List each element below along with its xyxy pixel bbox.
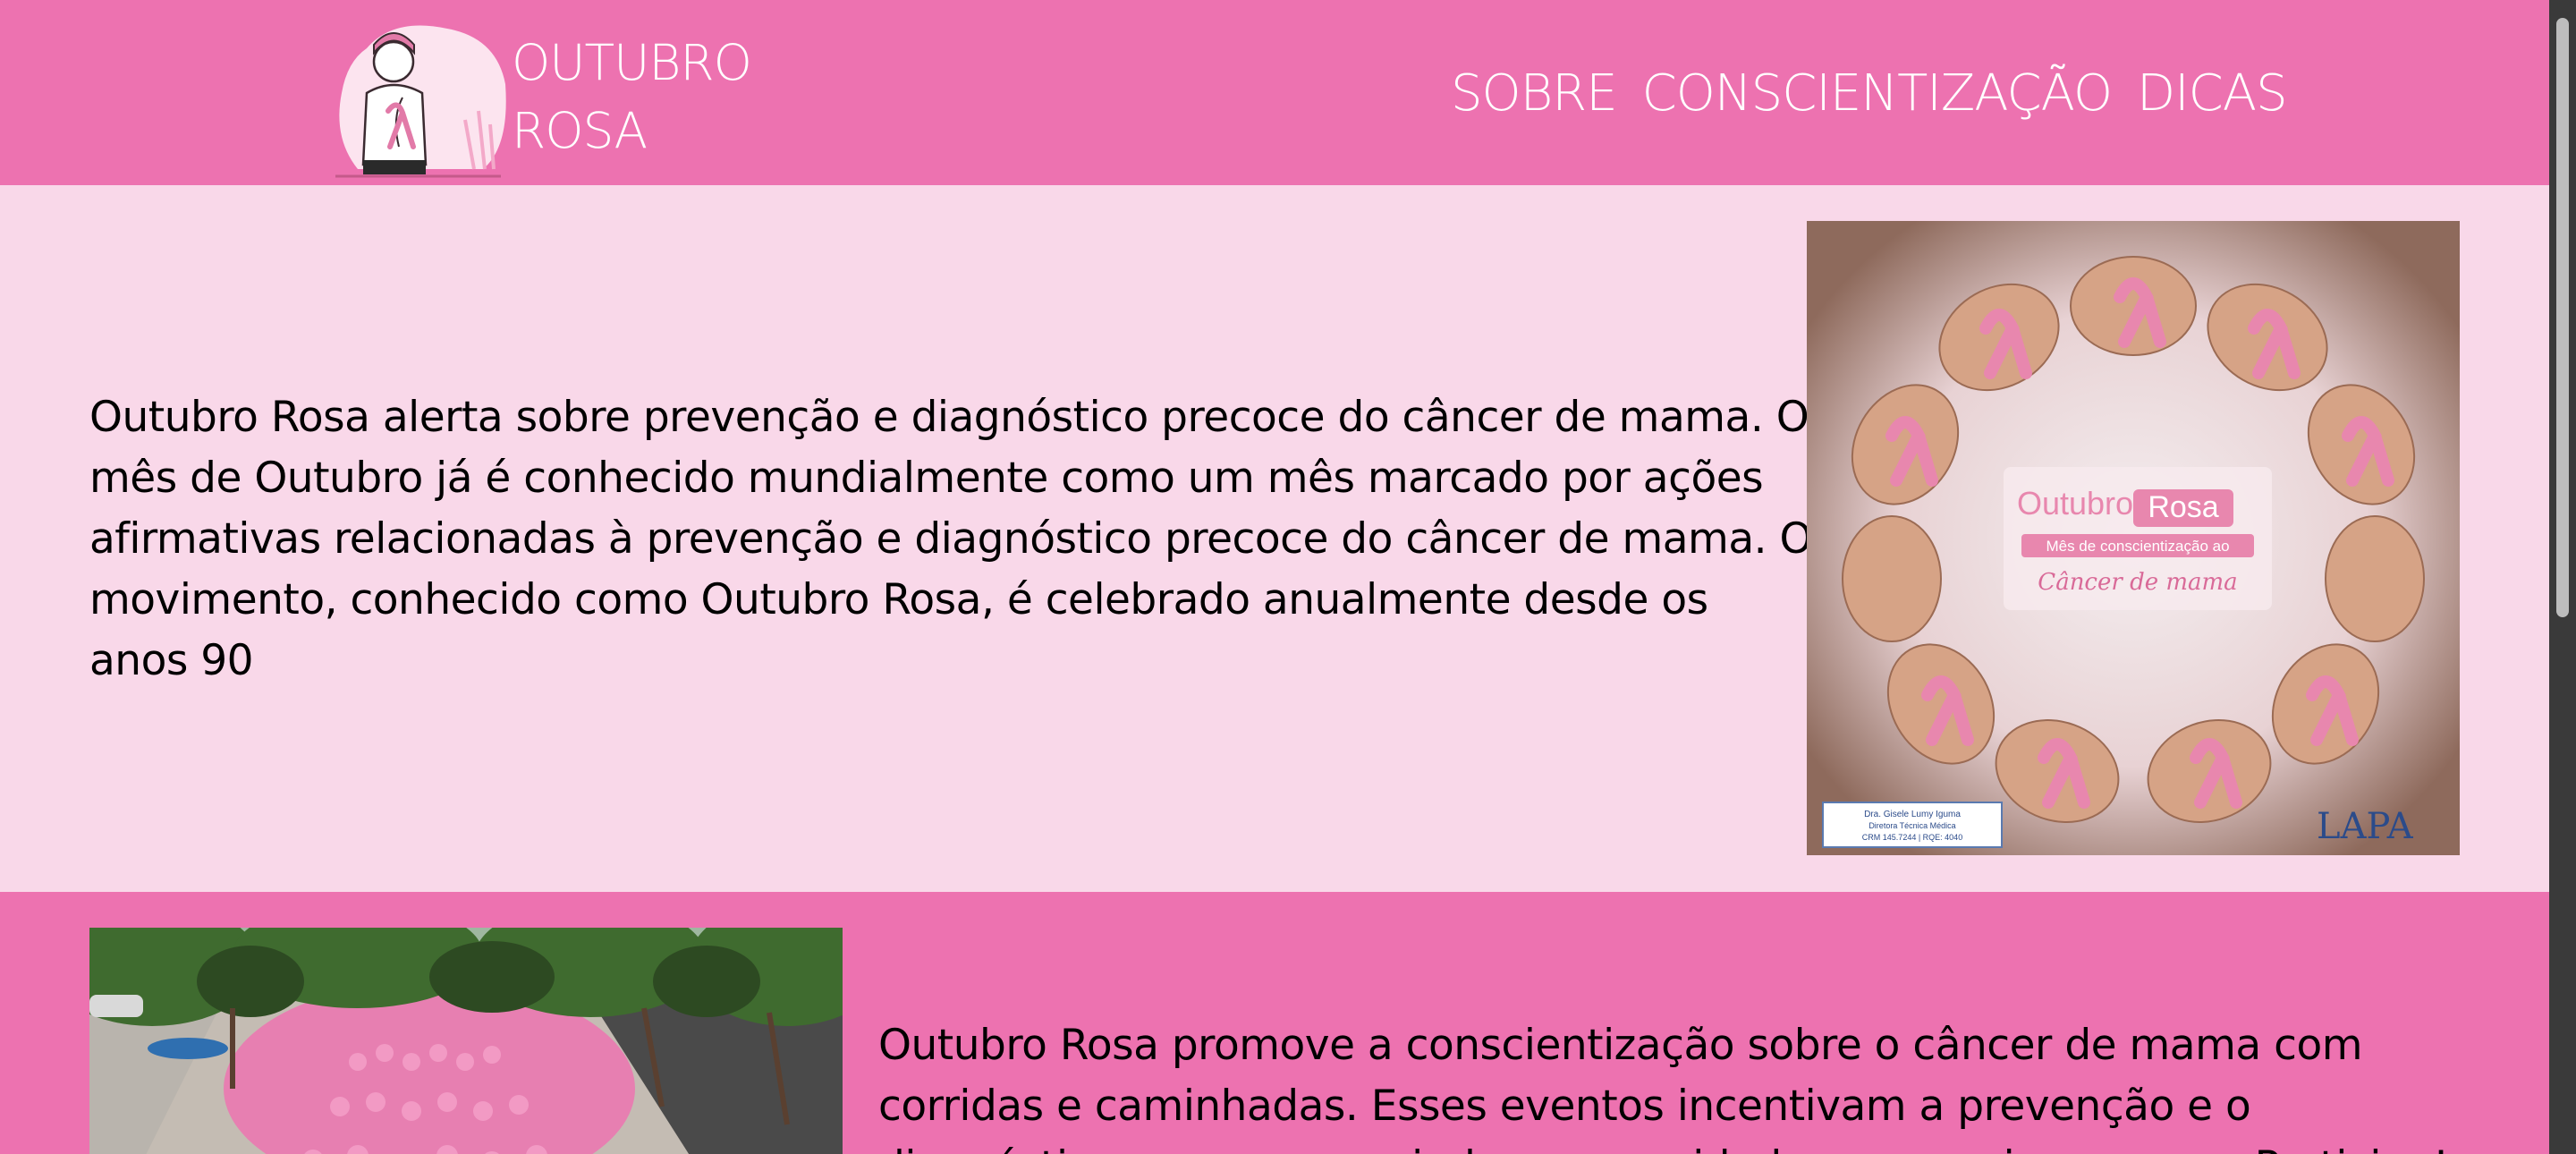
logo-text[interactable]: OUTUBRO ROSA	[512, 29, 752, 165]
nav-link-conscientizacao[interactable]: CONSCIENTIZAÇÃO	[1642, 63, 2113, 125]
nav-link-dicas[interactable]: DICAS	[2137, 63, 2288, 125]
logo-line-1: OUTUBRO	[512, 34, 752, 91]
poster-doctor-crm: CRM 145.7244 | RQE: 4040	[1862, 833, 1962, 842]
scrollbar-thumb[interactable]	[2556, 18, 2569, 617]
nav-link-sobre[interactable]: SOBRE	[1451, 63, 1618, 125]
poster-brand-logo: LAPA	[2317, 806, 2414, 847]
poster-title-part2: Rosa	[2148, 490, 2218, 524]
poster-doctor-role: Diretora Técnica Médica	[1868, 821, 1955, 830]
poster-doctor-name: Dra. Gisele Lumy Iguma	[1864, 810, 1961, 819]
poster-script: Câncer de mama	[2038, 569, 2237, 596]
main-nav: SOBRE CONSCIENTIZAÇÃO DICAS	[1451, 63, 2288, 125]
hands-ribbons-illustration: Outubro Rosa Mês de conscientização ao C…	[1807, 221, 2460, 855]
awareness-poster-image: Outubro Rosa Mês de conscientização ao C…	[1807, 221, 2460, 855]
logo-line-2: ROSA	[512, 102, 648, 159]
poster-subtitle: Mês de conscientização ao	[2046, 538, 2229, 555]
walk-event-illustration	[89, 928, 843, 1154]
about-paragraph: Outubro Rosa alerta sobre prevenção e di…	[89, 393, 1813, 685]
events-paragraph: Outubro Rosa promove a conscientização s…	[878, 1021, 2449, 1154]
about-section: Outubro Rosa alerta sobre prevenção e di…	[0, 185, 2549, 892]
vertical-scrollbar[interactable]	[2549, 0, 2576, 1154]
site-header: OUTUBRO ROSA SOBRE CONSCIENTIZAÇÃO DICAS	[0, 0, 2549, 185]
logo-illustration-icon[interactable]	[331, 13, 510, 178]
walk-event-photo	[89, 928, 843, 1154]
poster-title-part1: Outubro	[2017, 485, 2133, 522]
page: OUTUBRO ROSA SOBRE CONSCIENTIZAÇÃO DICAS…	[0, 0, 2549, 1154]
events-section: Outubro Rosa promove a conscientização s…	[0, 892, 2549, 1154]
